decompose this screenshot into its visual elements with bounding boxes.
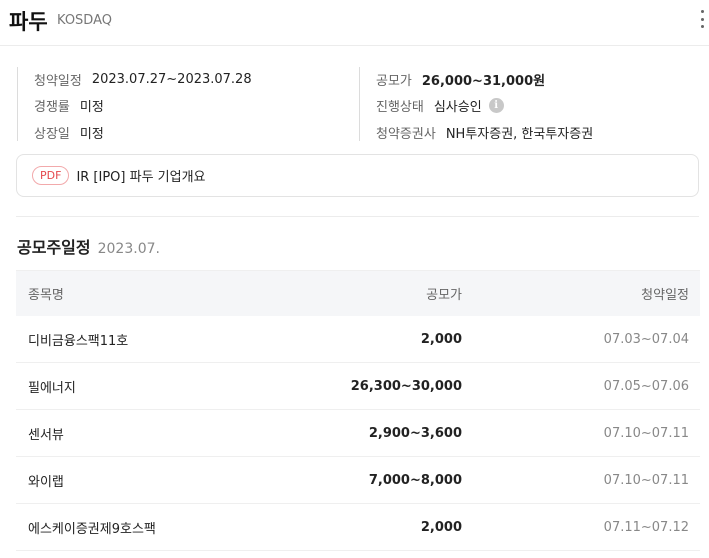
column-header-price: 공모가 (426, 288, 462, 303)
info-value: 26,000~31,000원 (421, 73, 546, 89)
info-row-competition-rate: 경쟁률 미정 (34, 95, 104, 115)
section-title: 공모주일정 2023.07. (17, 234, 160, 258)
stock-name: 필에너지 (28, 380, 76, 396)
offer-price: 7,000~8,000 (368, 472, 462, 488)
subscription-period: 07.05~07.06 (603, 378, 689, 394)
market-label: KOSDAQ (57, 13, 112, 28)
info-column-right: 공모가 26,000~31,000원 진행상태 심사승인 i 청약증권사 NH투… (359, 67, 699, 142)
info-value: 미정 (79, 99, 104, 115)
info-row-underwriters: 청약증권사 NH투자증권, 한국투자증권 (376, 122, 593, 142)
info-row-offer-price: 공모가 26,000~31,000원 (376, 69, 545, 89)
table-header: 종목명 공모가 청약일정 (16, 270, 700, 316)
stock-name: 센서뷰 (28, 427, 64, 443)
more-options-icon[interactable] (697, 10, 707, 28)
subscription-period: 07.10~07.11 (603, 425, 689, 441)
info-row-status: 진행상태 심사승인 i (376, 95, 504, 115)
info-value: 2023.07.27~2023.07.28 (91, 71, 252, 87)
stock-name: 와이랩 (28, 474, 64, 490)
table-row[interactable]: 센서뷰 2,900~3,600 07.10~07.11 (16, 410, 700, 457)
info-value: 심사승인 (433, 99, 482, 115)
info-key: 청약증권사 (376, 126, 436, 142)
column-header-period: 청약일정 (641, 288, 689, 303)
page-header: 파두 KOSDAQ (0, 0, 709, 46)
offer-price: 2,000 (420, 331, 462, 347)
stock-name: 에스케이증권제9호스팩 (28, 521, 156, 537)
company-name: 파두 (9, 10, 48, 34)
info-key: 청약일정 (34, 73, 82, 89)
ipo-schedule-table: 종목명 공모가 청약일정 디비금융스팩11호 2,000 07.03~07.04… (16, 270, 700, 551)
table-row[interactable]: 에스케이증권제9호스팩 2,000 07.11~07.12 (16, 504, 700, 551)
offer-price: 26,300~30,000 (350, 378, 462, 394)
pdf-badge: PDF (32, 166, 70, 185)
stock-name: 디비금융스팩11호 (28, 333, 129, 349)
subscription-period: 07.11~07.12 (603, 519, 689, 535)
info-key: 진행상태 (376, 99, 424, 115)
schedule-month: 2023.07. (97, 241, 160, 257)
info-value: NH투자증권, 한국투자증권 (445, 126, 594, 142)
section-divider (16, 216, 699, 217)
ipo-info-panel: 청약일정 2023.07.27~2023.07.28 경쟁률 미정 상장일 미정… (17, 64, 699, 146)
subscription-period: 07.10~07.11 (603, 472, 689, 488)
info-row-subscription-date: 청약일정 2023.07.27~2023.07.28 (34, 69, 252, 89)
info-row-listing-date: 상장일 미정 (34, 122, 104, 142)
info-value: 미정 (79, 126, 104, 142)
offer-price: 2,000 (420, 519, 462, 535)
table-row[interactable]: 필에너지 26,300~30,000 07.05~07.06 (16, 363, 700, 410)
info-column-left: 청약일정 2023.07.27~2023.07.28 경쟁률 미정 상장일 미정 (17, 67, 359, 142)
pdf-link-label: IR [IPO] 파두 기업개요 (76, 170, 206, 185)
info-icon[interactable]: i (488, 97, 504, 113)
schedule-title: 공모주일정 (17, 238, 91, 257)
info-key: 경쟁률 (34, 99, 70, 115)
table-row[interactable]: 디비금융스팩11호 2,000 07.03~07.04 (16, 316, 700, 363)
info-key: 공모가 (376, 73, 412, 89)
info-key: 상장일 (34, 126, 70, 142)
column-header-name: 종목명 (28, 288, 64, 303)
offer-price: 2,900~3,600 (368, 425, 462, 441)
subscription-period: 07.03~07.04 (603, 331, 689, 347)
ir-pdf-link[interactable]: PDF IR [IPO] 파두 기업개요 (16, 154, 699, 197)
table-row[interactable]: 와이랩 7,000~8,000 07.10~07.11 (16, 457, 700, 504)
